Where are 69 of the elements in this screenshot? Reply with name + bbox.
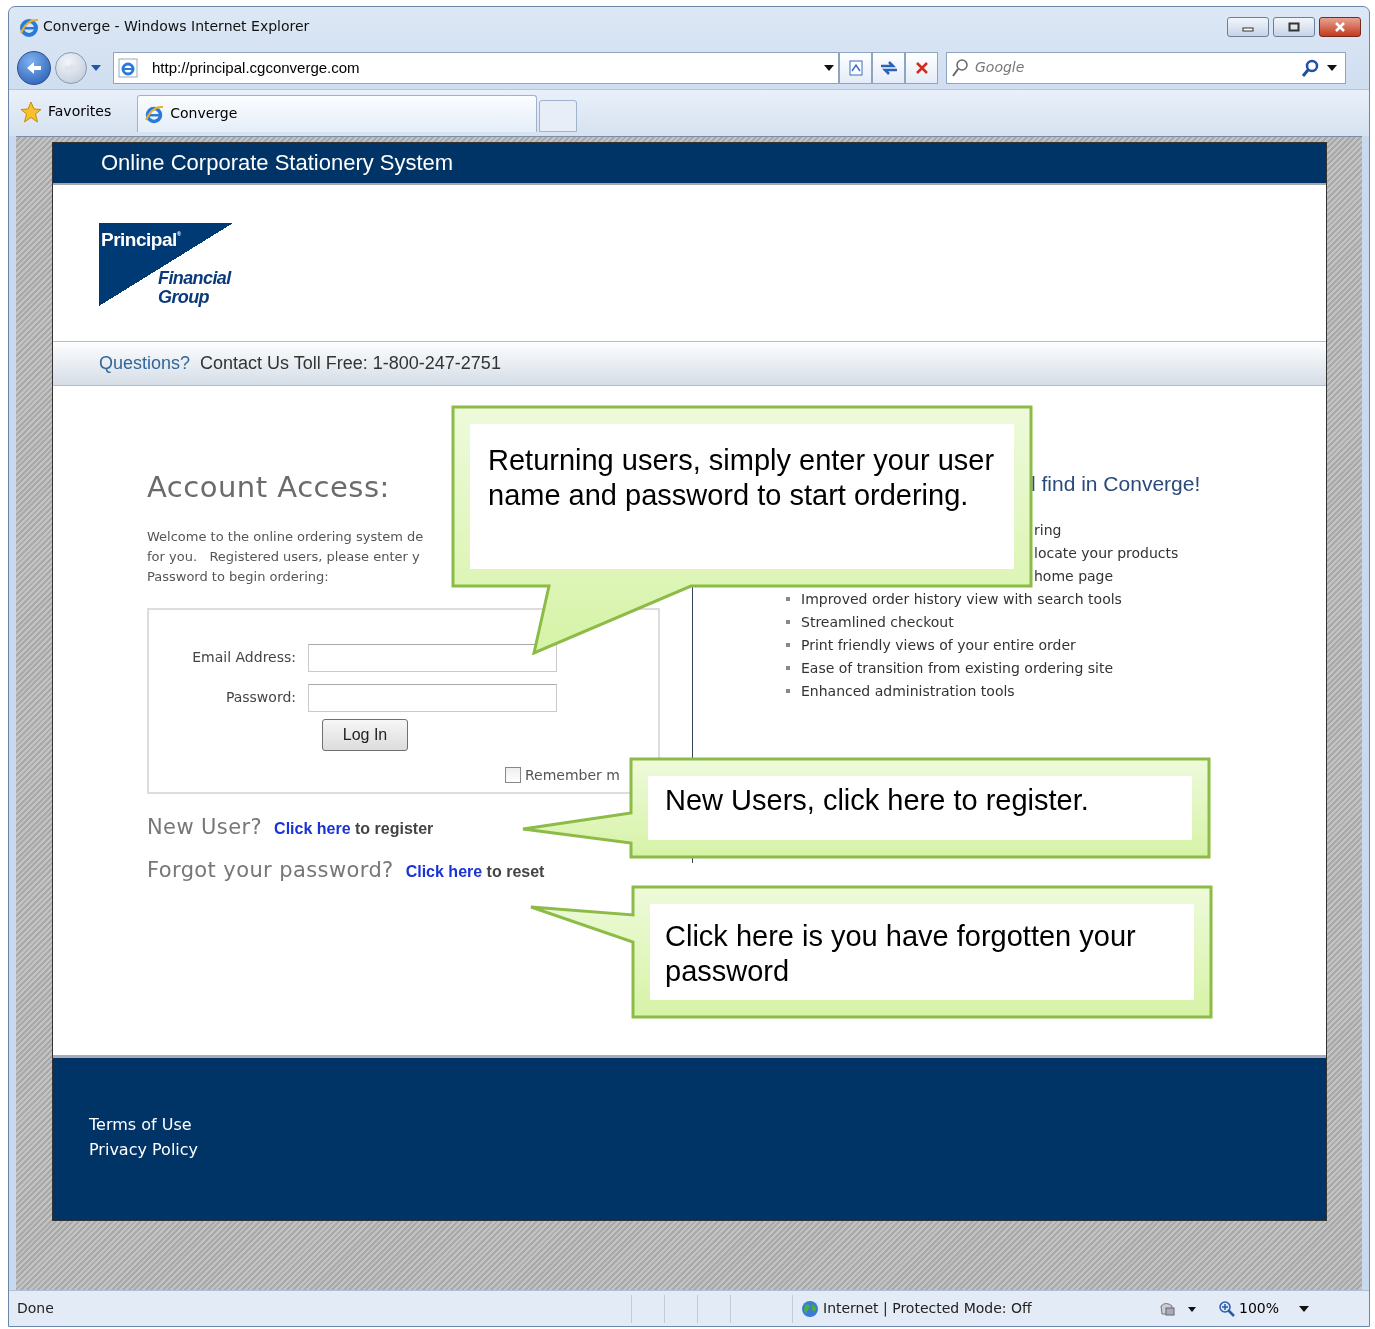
zoom-button[interactable]: 100% — [1219, 1293, 1310, 1324]
prompt-text: New User? — [147, 813, 263, 841]
close-icon — [913, 59, 930, 76]
checkbox-label: Remember m — [525, 765, 620, 785]
arrow-left-icon — [25, 59, 43, 76]
favorites-button[interactable]: Favorites — [18, 93, 120, 130]
minimize-button[interactable] — [1227, 17, 1269, 37]
back-button[interactable] — [17, 50, 51, 85]
refresh-icon — [878, 58, 899, 77]
callout-text: Click here is you have forgotten your password — [665, 918, 1137, 989]
reset-text: Click here to reset — [405, 862, 545, 883]
register-text: Click here to register — [274, 818, 434, 839]
address-bar[interactable]: http://principal.cgconverge.com — [113, 51, 839, 84]
footer-link[interactable]: Terms of Use — [89, 1112, 192, 1137]
reset-link[interactable]: Click here — [405, 863, 483, 881]
prompt-text: Forgot your password? — [147, 857, 394, 885]
zoom-icon — [1219, 1300, 1235, 1317]
search-bar[interactable]: Google — [946, 51, 1346, 84]
close-icon — [1334, 22, 1346, 32]
page-icon — [118, 57, 138, 78]
window-title: Converge - Windows Internet Explorer — [43, 17, 310, 37]
caret-icon[interactable] — [1327, 64, 1337, 71]
security-zone-text: Internet | Protected Mode: Off — [823, 1299, 1033, 1319]
search-icon[interactable] — [1301, 58, 1319, 77]
star-icon — [20, 100, 42, 123]
feature-item: home page — [1034, 566, 1114, 586]
feature-item: Print friendly views of your entire order — [801, 635, 1076, 655]
logo-subtitle: Financial Group — [158, 268, 231, 307]
features-heading: l find in Converge! — [1031, 471, 1201, 496]
caret-icon — [91, 64, 101, 71]
feature-item: locate your products — [1034, 543, 1179, 563]
maximize-icon — [1288, 22, 1300, 32]
password-field[interactable] — [308, 683, 557, 712]
feature-item: Ease of transition from existing ordering site — [801, 658, 1114, 678]
section-heading: Account Access: — [147, 468, 390, 505]
browser-tab[interactable]: Converge — [137, 94, 538, 132]
feature-item: Improved order history view with search tools — [801, 589, 1122, 609]
feature-item: Enhanced administration tools — [801, 681, 1015, 701]
site-title: Online Corporate Stationery System — [101, 149, 454, 178]
logo-text: Principal$^{®}$ — [101, 229, 181, 249]
refresh-button[interactable] — [872, 51, 905, 84]
remember-checkbox[interactable] — [505, 767, 521, 784]
email-field[interactable] — [308, 643, 557, 672]
page-icon — [846, 58, 865, 77]
feature-item: Streamlined checkout — [801, 612, 954, 632]
field-label: Password: — [224, 688, 297, 708]
stop-button[interactable] — [905, 51, 938, 84]
callout-text: New Users, click here to register. — [665, 782, 1090, 818]
register-link[interactable]: Click here — [274, 819, 351, 837]
maximize-button[interactable] — [1273, 17, 1315, 37]
compatibility-view-button[interactable] — [839, 51, 872, 84]
browser-logo-icon — [144, 103, 165, 124]
search-icon — [951, 57, 969, 78]
globe-icon — [801, 1299, 819, 1318]
close-button[interactable] — [1319, 17, 1361, 37]
welcome-text: Welcome to the online ordering system de for you. Registered users, please enter y Password to begin ordering: — [147, 527, 425, 586]
search-field[interactable]: Google — [975, 57, 1285, 79]
questions-label: Questions? — [99, 351, 191, 375]
feature-item: ring — [1034, 520, 1062, 540]
phone-text: Contact Us Toll Free: 1-800-247-2751 — [200, 351, 501, 375]
login-button[interactable]: Log In — [322, 718, 408, 751]
caret-icon[interactable] — [824, 64, 834, 71]
field-label: Email Address: — [191, 648, 297, 668]
status-text: Done — [16, 1299, 55, 1318]
callout-text: Returning users, simply enter your user name and password to start ordering. — [488, 442, 996, 513]
browser-logo-icon — [19, 17, 39, 37]
caret-icon — [1299, 1305, 1310, 1312]
address-field[interactable]: http://principal.cgconverge.com — [152, 56, 812, 80]
footer-link[interactable]: Privacy Policy — [89, 1137, 199, 1162]
